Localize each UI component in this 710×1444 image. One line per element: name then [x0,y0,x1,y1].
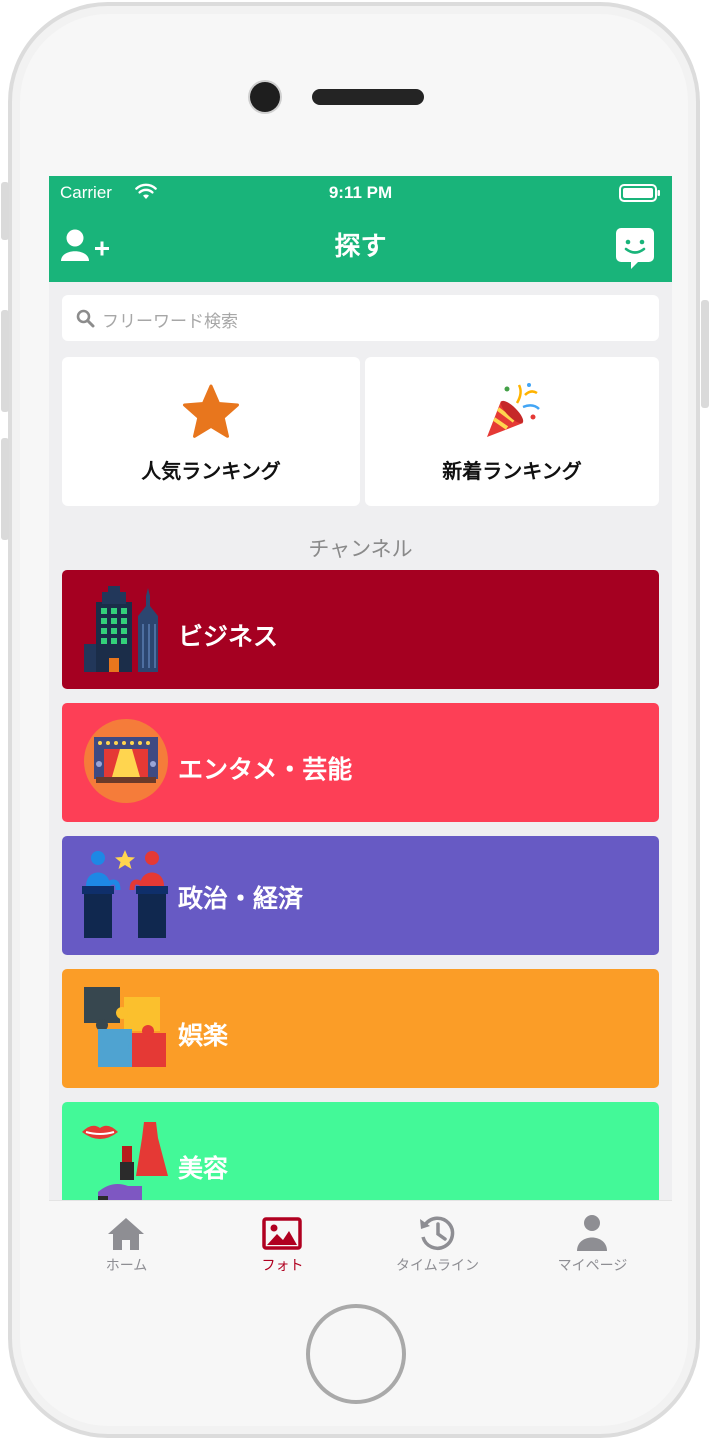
volume-up-button [1,310,9,412]
chat-face-icon[interactable] [616,228,654,270]
popular-ranking-label: 人気ランキング [141,459,281,483]
photo-icon [262,1217,302,1250]
header-bar: Carrier 9:11 PM 探す [49,176,672,282]
channel-entertainment-label: エンタメ・芸能 [178,755,353,784]
popular-ranking-card[interactable]: 人気ランキング [62,357,360,506]
channel-amusement-label: 娯楽 [178,1021,229,1050]
new-ranking-card[interactable]: 新着ランキング [365,357,659,506]
status-time: 9:11 PM [328,183,393,202]
home-hardware-button[interactable] [306,1304,406,1404]
channel-amusement[interactable]: 娯楽 [62,969,659,1088]
app-screen: Carrier 9:11 PM 探す フリーワード検索 人気ランキング 新着ラン… [49,176,672,1284]
search-placeholder: フリーワード検索 [102,312,238,332]
new-ranking-label: 新着ランキング [442,459,582,483]
tab-home-label: ホーム [105,1258,148,1274]
channel-politics[interactable]: 政治・経済 [62,836,659,955]
front-camera [250,82,280,112]
channel-business-label: ビジネス [178,622,279,651]
channel-business[interactable]: ビジネス [62,570,659,689]
tab-photo-label: フォト [261,1258,304,1274]
tab-mypage[interactable]: マイページ [515,1201,670,1284]
channel-section-title: チャンネル [308,537,413,561]
history-icon [420,1216,455,1250]
cosmetics-icon [82,1122,168,1204]
channel-entertainment[interactable]: エンタメ・芸能 [62,703,659,822]
mute-switch [1,182,9,240]
tab-timeline-label: タイムライン [395,1258,480,1274]
channel-politics-label: 政治・経済 [178,884,304,913]
tab-bar: ホーム フォト タイムライン マイページ [49,1200,672,1284]
earpiece-speaker [312,89,424,105]
channel-beauty-label: 美容 [178,1154,229,1183]
person-icon [577,1215,607,1251]
puzzle-icon [84,987,166,1067]
search-bar[interactable]: フリーワード検索 [62,295,659,341]
tab-timeline[interactable]: タイムライン [360,1201,515,1284]
battery-icon [619,184,660,202]
tab-photo[interactable]: フォト [205,1201,360,1284]
power-button [701,300,709,408]
buildings-icon [84,586,158,672]
tab-home[interactable]: ホーム [49,1201,204,1284]
home-icon [108,1218,144,1250]
party-popper-icon [487,383,540,437]
tab-mypage-label: マイページ [557,1258,628,1274]
page-title: 探す [334,232,387,262]
search-icon [76,309,95,328]
podium-icon [82,850,168,938]
star-icon [183,384,239,438]
volume-down-button [1,438,9,540]
stage-icon [84,719,168,803]
